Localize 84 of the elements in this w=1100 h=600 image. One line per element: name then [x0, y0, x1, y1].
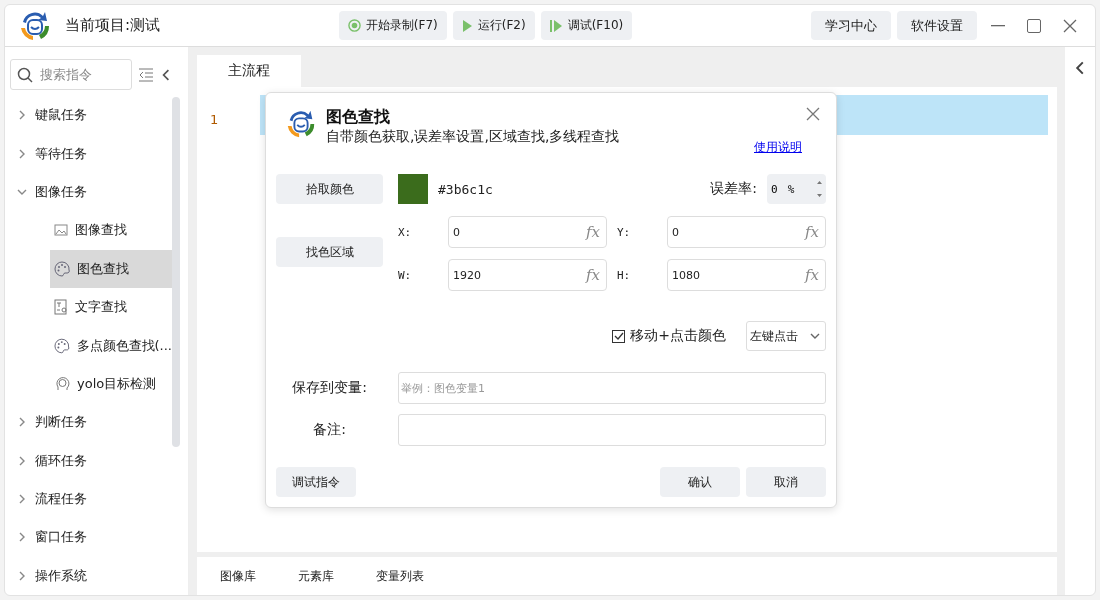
cancel-button[interactable]: 取消 — [746, 467, 826, 497]
move-click-checkbox[interactable]: 移动+点击颜色 — [612, 327, 726, 345]
palette-icon — [54, 260, 70, 277]
coordinate-label: W: — [398, 268, 413, 282]
collapsed-icon — [17, 570, 27, 581]
category-item[interactable]: 操作系统 — [5, 556, 188, 595]
dialog-subtitle: 自带颜色获取,误差率设置,区域查找,多线程查找 — [326, 128, 620, 146]
formula-button[interactable]: fx — [585, 223, 602, 241]
line-number: 1 — [210, 112, 219, 127]
run-button[interactable]: 运行(F2) — [452, 11, 535, 40]
formula-button[interactable]: fx — [585, 266, 602, 284]
collapsed-icon — [17, 494, 27, 505]
collapse-sidebar-icon — [160, 68, 172, 81]
confirm-button[interactable]: 确认 — [660, 467, 740, 497]
coordinate-label: H: — [616, 268, 632, 282]
checkmark-icon — [613, 331, 624, 341]
command-item[interactable]: 图像查找 — [50, 211, 172, 250]
project-title: 当前项目:测试 — [65, 16, 161, 35]
note-label: 备注: — [312, 421, 347, 439]
coordinate-field[interactable]: 0 fx — [667, 216, 826, 248]
bottom-tab[interactable]: 图像库 — [220, 567, 256, 585]
color-hex: #3b6c1c — [438, 181, 493, 197]
minimize-icon — [991, 24, 1005, 27]
pick-color-button[interactable]: 拾取颜色 — [276, 174, 383, 204]
text-search-icon — [54, 299, 68, 316]
dialog-title: 图色查找 — [326, 107, 391, 128]
coordinate-input[interactable]: 1080 — [672, 265, 796, 285]
search-field[interactable]: 搜索指令 — [10, 59, 132, 90]
coordinate-input[interactable]: 0 — [453, 222, 577, 242]
debug-button[interactable]: 调试(F10) — [540, 11, 633, 40]
spinner-arrows-icon[interactable] — [817, 181, 822, 197]
bottom-tab[interactable]: 元素库 — [298, 567, 334, 585]
save-variable-label: 保存到变量: — [291, 379, 368, 397]
collapsed-icon — [17, 148, 27, 159]
palette-icon — [54, 337, 70, 354]
header-button[interactable]: 学习中心 — [811, 11, 891, 40]
tolerance-label: 误差率: — [710, 180, 757, 198]
collapsed-icon — [17, 110, 27, 121]
coordinate-label: X: — [398, 225, 413, 239]
header-button[interactable]: 软件设置 — [897, 11, 977, 40]
flow-tab[interactable]: 主流程 — [197, 55, 301, 87]
coordinate-input[interactable]: 1920 — [453, 265, 577, 285]
image-icon — [54, 224, 68, 237]
tolerance-spinner[interactable]: 0 % — [767, 174, 826, 204]
collapsed-icon — [17, 532, 27, 543]
command-item[interactable]: 文字查找 — [50, 287, 172, 327]
coordinate-input[interactable]: 0 — [672, 222, 796, 242]
category-item[interactable]: 等待任务 — [5, 134, 188, 173]
bottom-tab[interactable]: 变量列表 — [376, 567, 424, 585]
formula-button[interactable]: fx — [804, 266, 821, 284]
category-item[interactable]: 循环任务 — [5, 441, 188, 480]
scrollbar[interactable] — [172, 97, 180, 447]
coordinate-field[interactable]: 1080 fx — [667, 259, 826, 291]
command-item[interactable]: 多点颜色查找(... — [50, 326, 172, 365]
search-icon — [17, 66, 33, 83]
category-item[interactable]: 窗口任务 — [5, 518, 188, 557]
formula-button[interactable]: fx — [804, 223, 821, 241]
color-swatch — [398, 174, 428, 204]
command-item[interactable]: 图色查找 — [50, 249, 172, 288]
collapse-list-icon[interactable] — [138, 67, 154, 82]
coordinate-field[interactable]: 1920 fx — [448, 259, 607, 291]
category-item[interactable]: 流程任务 — [5, 479, 188, 519]
close-icon — [1063, 18, 1077, 33]
note-field[interactable] — [398, 414, 826, 446]
category-item[interactable]: 键鼠任务 — [5, 96, 188, 135]
coordinate-label: Y: — [616, 225, 632, 239]
category-item[interactable]: 图像任务 — [5, 172, 188, 212]
collapsed-icon — [17, 455, 27, 466]
maximize-icon — [1027, 18, 1041, 33]
record-button[interactable]: 开始录制(F7) — [338, 11, 447, 40]
step-play-icon — [549, 18, 563, 33]
variable-field[interactable]: 举例：图色变量1 — [398, 372, 826, 404]
help-link[interactable]: 使用说明 — [754, 139, 802, 156]
ai-head-icon — [54, 375, 70, 392]
record-icon — [347, 19, 361, 32]
color-region-button[interactable]: 找色区域 — [276, 237, 383, 267]
dropdown-caret-icon — [810, 331, 820, 341]
click-mode-select[interactable]: 左键点击 — [746, 321, 826, 351]
collapsed-icon — [17, 417, 27, 428]
category-item[interactable]: 判断任务 — [5, 403, 188, 442]
coordinate-field[interactable]: 0 fx — [448, 216, 607, 248]
debug-command-button[interactable]: 调试指令 — [276, 467, 356, 497]
command-item[interactable]: yolo目标检测 — [50, 364, 172, 404]
play-icon — [461, 18, 473, 33]
